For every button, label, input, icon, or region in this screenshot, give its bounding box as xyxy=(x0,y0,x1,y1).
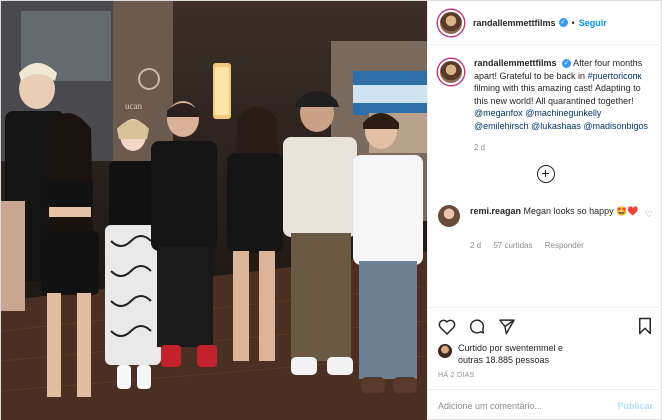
likes-summary: Curtido por swentemmel e outras 18.885 p… xyxy=(438,342,653,366)
wall-sign-text: ucan xyxy=(125,101,142,111)
heart-icon[interactable] xyxy=(438,318,456,335)
comment-input[interactable]: Adicione um comentário... xyxy=(438,401,542,411)
comment-meta: 2 d 57 curtidas Responder xyxy=(470,241,653,250)
comment-emoji: 🤩❤️ xyxy=(616,205,639,216)
author-avatar[interactable] xyxy=(438,9,464,36)
commenter-avatar[interactable] xyxy=(438,204,460,227)
add-comment-bar: Adicione um comentário... Publicar xyxy=(428,389,662,420)
verified-badge-icon: ✓ xyxy=(558,18,568,27)
follow-button[interactable]: Seguir xyxy=(579,18,607,28)
post-header: randallemmettfilms ✓ • Seguir xyxy=(428,1,662,45)
mention-link[interactable]: @emilehirsch xyxy=(474,121,529,131)
comment-text: Megan looks so happy xyxy=(523,205,614,216)
separator-dot: • xyxy=(571,17,575,28)
instagram-post-window: ucan randallemmettfilms ✓ • Seguir randa… xyxy=(0,0,662,420)
mention-link[interactable]: @meganfox xyxy=(474,108,523,118)
caption-username[interactable]: randallemmettfilms xyxy=(474,58,557,68)
comment-body: remi.reagan Megan looks so happy 🤩❤️ xyxy=(470,205,640,227)
comment-age: 2 d xyxy=(470,240,482,250)
bookmark-icon[interactable] xyxy=(637,317,653,335)
likes-text[interactable]: Curtido por swentemmel e outras 18.885 p… xyxy=(458,342,563,366)
comment-like-heart-icon[interactable]: ♡ xyxy=(645,209,653,227)
comments-area: randallemmettfilms ✓ After four months a… xyxy=(428,45,662,307)
caption-author-avatar[interactable] xyxy=(438,59,464,85)
publish-button[interactable]: Publicar xyxy=(617,401,653,411)
action-icons xyxy=(438,314,653,338)
post-date: HÁ 2 DIAS xyxy=(438,372,475,379)
author-username[interactable]: randallemmettfilms xyxy=(473,18,556,28)
post-photo[interactable]: ucan xyxy=(1,1,427,420)
reply-button[interactable]: Responder xyxy=(545,241,584,250)
verified-badge-icon: ✓ xyxy=(562,59,572,69)
likes-line-2: outras 18.885 pessoas xyxy=(458,355,550,365)
action-bar: Curtido por swentemmel e outras 18.885 p… xyxy=(428,307,662,379)
plus-circle-icon[interactable]: + xyxy=(536,164,555,183)
mention-link[interactable]: @machinegunkelly xyxy=(525,108,601,118)
share-icon[interactable] xyxy=(498,318,516,335)
load-more: + xyxy=(438,164,653,183)
comment-icon[interactable] xyxy=(468,318,486,335)
post-side-panel: randallemmettfilms ✓ • Seguir randallemm… xyxy=(427,1,662,420)
likes-line-1: Curtido por swentemmel e xyxy=(458,343,564,353)
caption: randallemmettfilms ✓ After four months a… xyxy=(438,57,653,155)
caption-text-rest: filming with this amazing cast! Adapting… xyxy=(474,83,641,106)
person-7 xyxy=(353,113,423,393)
hashtag-link[interactable]: #puertoricoпк xyxy=(588,71,642,81)
group-photo-illustration: ucan xyxy=(1,1,427,420)
commenter-username[interactable]: remi.reagan xyxy=(470,206,521,216)
comment-item: remi.reagan Megan looks so happy 🤩❤️ ♡ xyxy=(438,204,653,227)
caption-age: 2 d xyxy=(474,143,486,152)
mention-link[interactable]: @lukashaas xyxy=(531,121,581,131)
comment-likes[interactable]: 57 curtidas xyxy=(493,241,532,250)
caption-body: randallemmettfilms ✓ After four months a… xyxy=(474,57,653,155)
liker-avatar[interactable] xyxy=(438,344,452,358)
mention-link[interactable]: @madisonbigos xyxy=(583,121,648,131)
